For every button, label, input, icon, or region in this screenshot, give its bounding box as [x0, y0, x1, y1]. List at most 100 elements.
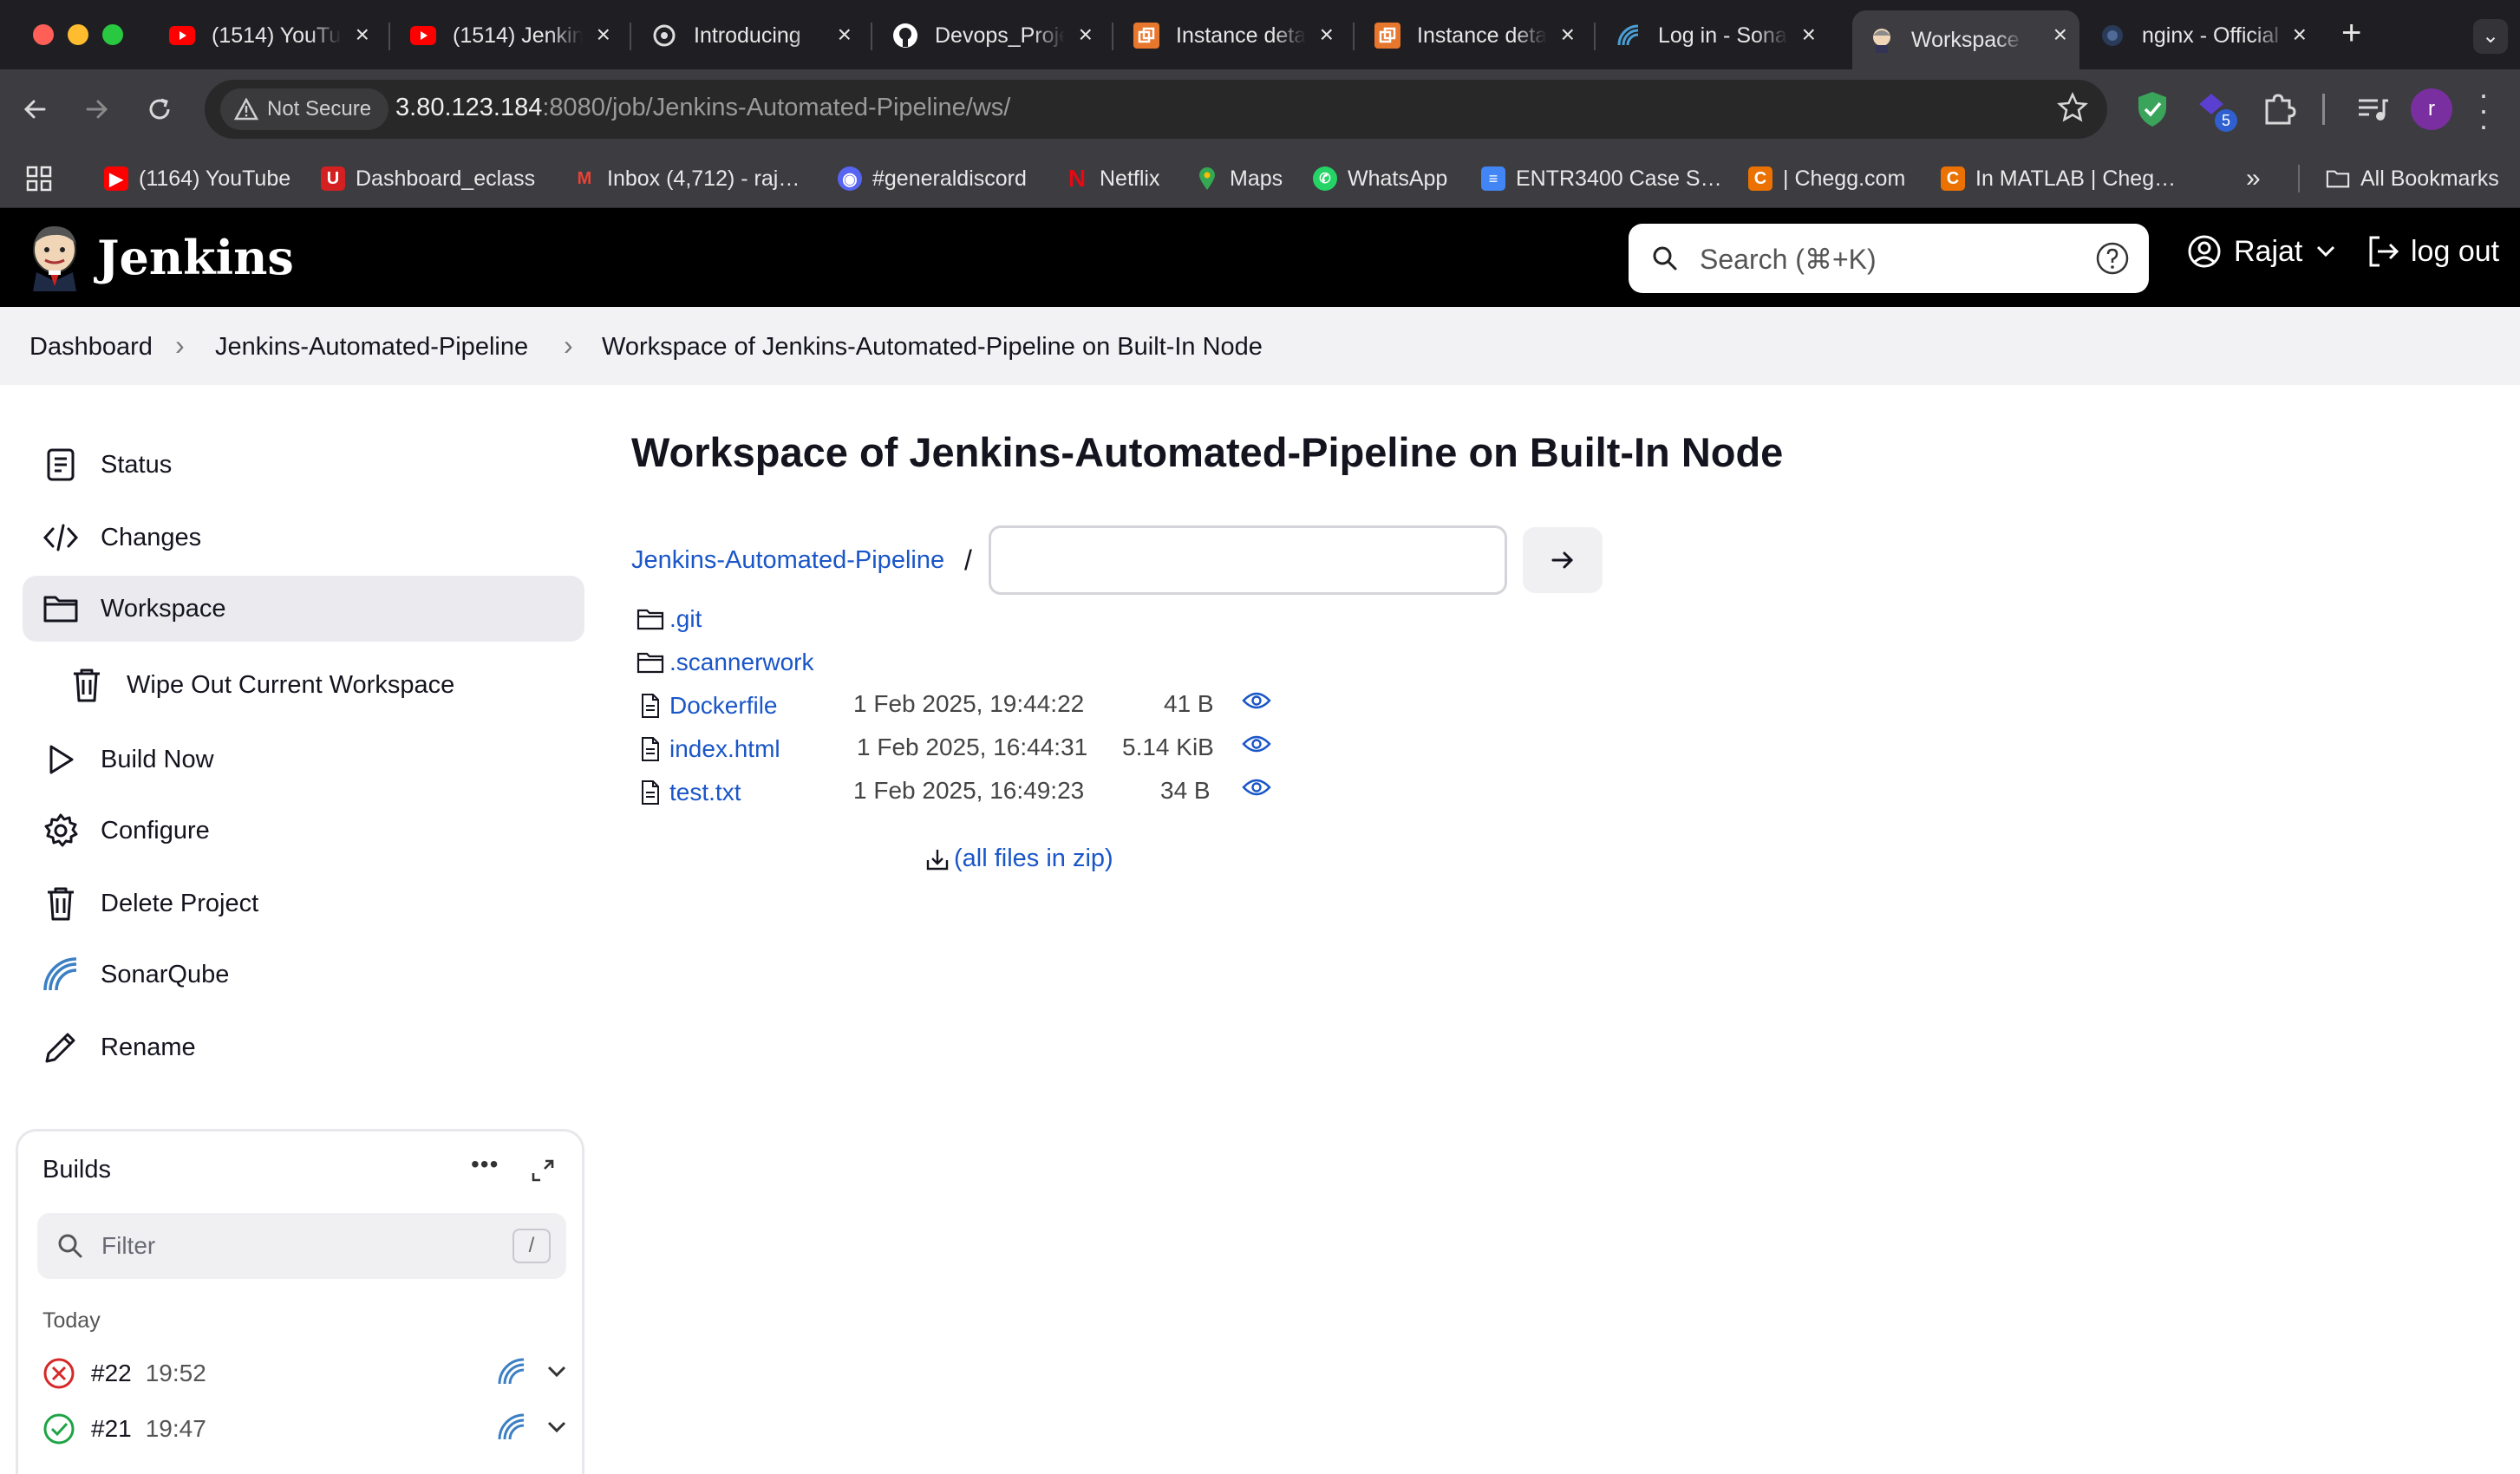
- close-tab-icon[interactable]: ×: [1802, 23, 1816, 47]
- close-tab-icon[interactable]: ×: [597, 23, 610, 47]
- bookmark-item[interactable]: C In MATLAB | Cheg…: [1941, 163, 2176, 194]
- folder-row[interactable]: .git: [635, 602, 702, 636]
- browser-tab[interactable]: Instance details ×: [1133, 10, 1346, 61]
- not-secure-badge[interactable]: Not Secure: [220, 88, 389, 130]
- file-row[interactable]: test.txt: [635, 775, 741, 810]
- all-bookmarks-button[interactable]: All Bookmarks: [2326, 163, 2499, 194]
- sidebar-item-build-now[interactable]: Build Now: [23, 727, 584, 792]
- breadcrumb-job[interactable]: Jenkins-Automated-Pipeline: [215, 333, 528, 362]
- sidebar-item-sonarqube[interactable]: SonarQube: [23, 942, 584, 1008]
- folder-link[interactable]: .scannerwork: [669, 649, 814, 676]
- breadcrumb-dashboard[interactable]: Dashboard: [29, 333, 153, 362]
- logout-button[interactable]: log out: [2366, 234, 2499, 269]
- file-row[interactable]: Dockerfile: [635, 688, 777, 723]
- bookmark-item[interactable]: N Netflix: [1065, 163, 1160, 194]
- browser-tab[interactable]: Devops_Project ×: [891, 10, 1105, 61]
- close-tab-icon[interactable]: ×: [2293, 23, 2307, 47]
- browser-tab-active[interactable]: Workspace ×: [1852, 10, 2079, 69]
- folder-row[interactable]: .scannerwork: [635, 645, 814, 680]
- sonarqube-icon[interactable]: [497, 1357, 526, 1386]
- close-tab-icon[interactable]: ×: [356, 23, 369, 47]
- close-tab-icon[interactable]: ×: [1320, 23, 1334, 47]
- download-zip-label: (all files in zip): [954, 845, 1113, 872]
- bookmark-item[interactable]: U Dashboard_eclass: [321, 163, 535, 194]
- sidebar-item-delete-project[interactable]: Delete Project: [23, 871, 584, 936]
- media-playlist-icon[interactable]: [2355, 92, 2390, 131]
- file-link[interactable]: test.txt: [669, 779, 741, 806]
- file-row[interactable]: index.html: [635, 732, 780, 766]
- tab-title: nginx - Official: [2142, 23, 2279, 48]
- bookmark-item[interactable]: ◉ #generaldiscord: [838, 163, 1027, 194]
- chevron-down-icon[interactable]: [547, 1366, 566, 1378]
- close-tab-icon[interactable]: ×: [2053, 23, 2067, 47]
- build-row[interactable]: #22 19:52: [42, 1352, 566, 1395]
- build-number[interactable]: #21: [91, 1415, 132, 1443]
- more-options-icon[interactable]: •••: [471, 1151, 499, 1178]
- build-number[interactable]: #22: [91, 1360, 132, 1387]
- view-file-eye-icon[interactable]: [1242, 734, 1271, 754]
- forward-button[interactable]: [78, 90, 116, 128]
- workspace-path-input[interactable]: [989, 525, 1507, 595]
- close-tab-icon[interactable]: ×: [1079, 23, 1093, 47]
- download-zip-link[interactable]: (all files in zip): [924, 845, 1113, 873]
- browser-tab[interactable]: nginx - Official ×: [2099, 10, 2319, 61]
- builds-title: Builds: [42, 1156, 111, 1184]
- file-link[interactable]: index.html: [669, 735, 780, 763]
- tab-search-chevron-icon[interactable]: ⌄: [2473, 19, 2508, 54]
- close-window-button[interactable]: [33, 24, 54, 45]
- reload-button[interactable]: [140, 90, 179, 128]
- view-file-eye-icon[interactable]: [1242, 690, 1271, 711]
- bookmark-star-icon[interactable]: [2056, 91, 2089, 127]
- sonarqube-icon[interactable]: [497, 1412, 526, 1442]
- bookmark-item[interactable]: ✆ WhatsApp: [1313, 163, 1447, 194]
- sidebar-item-label: Wipe Out Current Workspace: [127, 670, 455, 699]
- back-button[interactable]: [16, 90, 54, 128]
- breadcrumb-workspace[interactable]: Workspace of Jenkins-Automated-Pipeline …: [602, 333, 1263, 362]
- browser-tab[interactable]: (1514) YouTube ×: [168, 10, 382, 61]
- build-row[interactable]: #21 19:47: [42, 1407, 566, 1451]
- view-file-eye-icon[interactable]: [1242, 777, 1271, 798]
- more-menu-icon[interactable]: · · ·: [2478, 79, 2489, 141]
- file-link[interactable]: Dockerfile: [669, 692, 777, 720]
- browser-tab[interactable]: Introducing ×: [650, 10, 864, 61]
- help-icon[interactable]: [2095, 241, 2130, 276]
- close-tab-icon[interactable]: ×: [838, 23, 852, 47]
- maximize-window-button[interactable]: [102, 24, 123, 45]
- folder-link[interactable]: .git: [669, 605, 702, 633]
- expand-icon[interactable]: [530, 1158, 556, 1184]
- minimize-window-button[interactable]: [68, 24, 88, 45]
- sidebar-item-status[interactable]: Status: [23, 432, 584, 498]
- bookmark-item[interactable]: M Inbox (4,712) - raj…: [572, 163, 800, 194]
- jenkins-search-input[interactable]: Search (⌘+K): [1629, 224, 2149, 293]
- sidebar-item-wipe-workspace[interactable]: Wipe Out Current Workspace: [49, 652, 584, 718]
- profile-avatar[interactable]: r: [2411, 88, 2452, 130]
- jenkins-logo[interactable]: Jenkins: [28, 224, 294, 291]
- bookmark-item[interactable]: ▶ (1164) YouTube: [104, 163, 291, 194]
- close-tab-icon[interactable]: ×: [1561, 23, 1575, 47]
- bookmark-item[interactable]: C | Chegg.com: [1748, 163, 1905, 194]
- shield-extension-icon[interactable]: [2135, 90, 2170, 133]
- extension-icon[interactable]: 5: [2194, 88, 2237, 132]
- new-tab-button[interactable]: +: [2341, 14, 2361, 53]
- browser-tab[interactable]: Instance details ×: [1374, 10, 1587, 61]
- more-bookmarks-button[interactable]: »: [2246, 163, 2261, 194]
- chevron-down-icon[interactable]: [547, 1421, 566, 1433]
- apps-grid-icon[interactable]: [26, 163, 52, 194]
- go-button[interactable]: [1523, 527, 1603, 593]
- puzzle-extensions-icon[interactable]: [2262, 92, 2296, 131]
- url-text[interactable]: 3.80.123.184:8080/job/Jenkins-Automated-…: [395, 94, 1010, 122]
- browser-tab[interactable]: Log in - SonarQube ×: [1615, 10, 1828, 61]
- ualberta-icon: U: [321, 166, 345, 191]
- user-menu[interactable]: Rajat: [2187, 234, 2335, 269]
- workspace-root-link[interactable]: Jenkins-Automated-Pipeline: [631, 546, 944, 575]
- bookmark-item[interactable]: ≡ ENTR3400 Case S…: [1481, 163, 1722, 194]
- bookmark-label: #generaldiscord: [872, 166, 1027, 191]
- browser-tab[interactable]: (1514) Jenkins ×: [409, 10, 623, 61]
- sidebar-item-rename[interactable]: Rename: [23, 1014, 584, 1080]
- bookmark-item[interactable]: Maps: [1195, 163, 1283, 194]
- sidebar-item-changes[interactable]: Changes: [23, 505, 584, 571]
- builds-filter-input[interactable]: Filter /: [37, 1213, 566, 1279]
- address-bar[interactable]: Not Secure 3.80.123.184:8080/job/Jenkins…: [205, 80, 2107, 139]
- sidebar-item-workspace[interactable]: Workspace: [23, 576, 584, 642]
- sidebar-item-configure[interactable]: Configure: [23, 798, 584, 864]
